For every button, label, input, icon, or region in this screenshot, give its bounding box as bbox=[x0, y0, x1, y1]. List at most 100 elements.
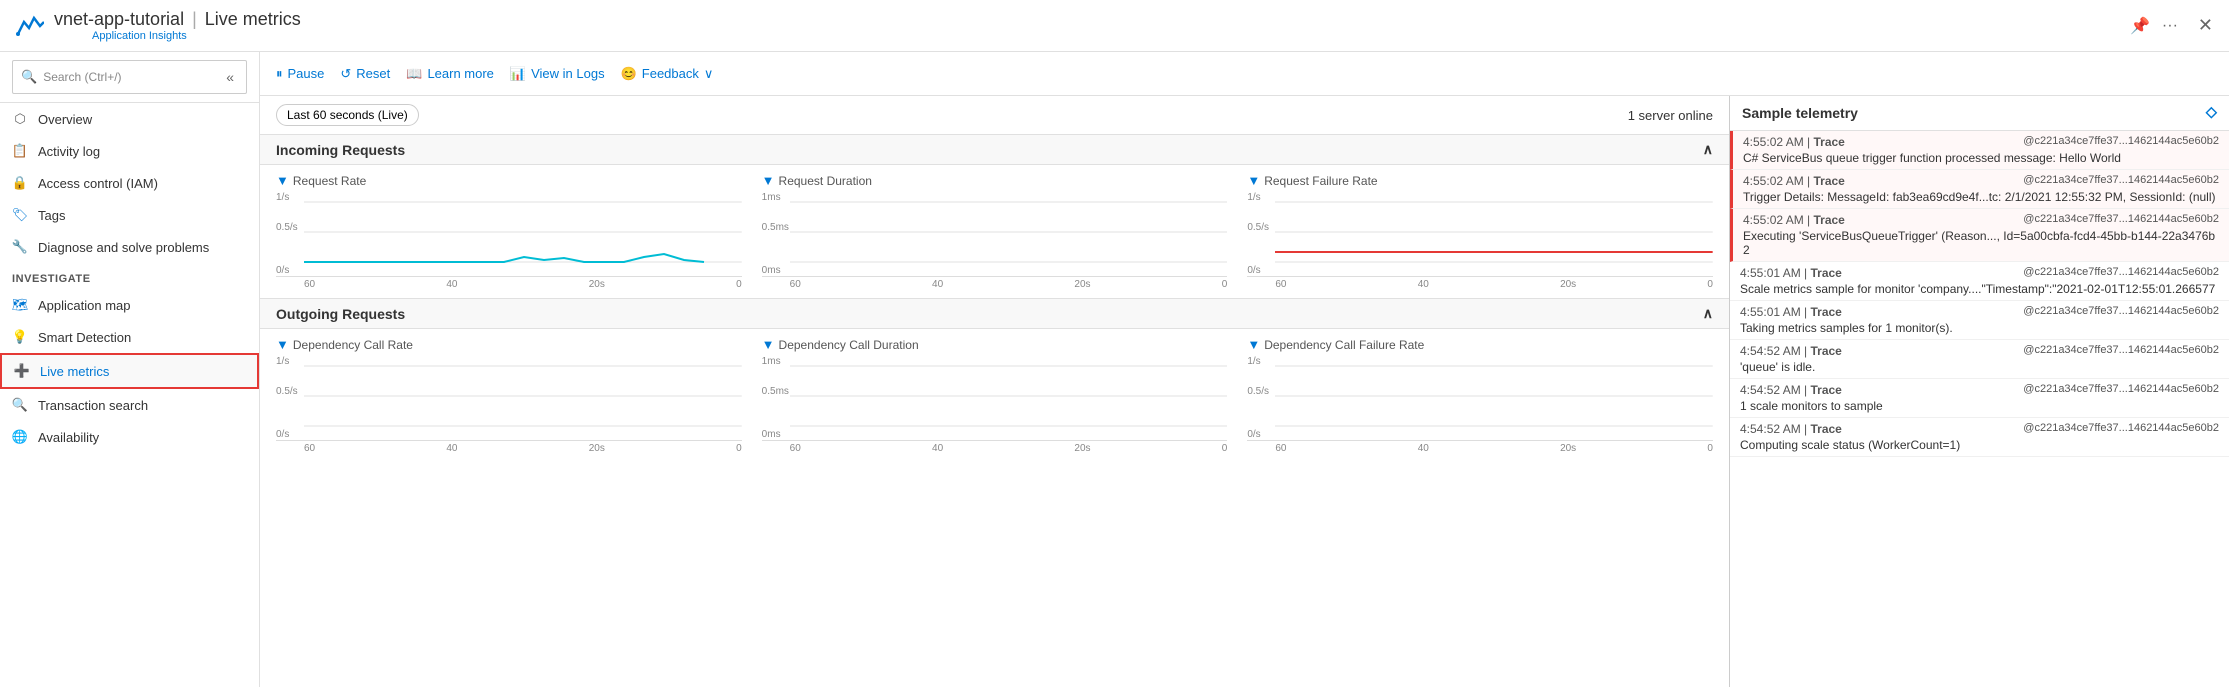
sidebar-item-diagnose[interactable]: 🔧 Diagnose and solve problems bbox=[0, 231, 259, 263]
dcfr-y-mid: 0.5/s bbox=[1247, 386, 1269, 397]
dep-call-rate-chart-area: 1/s 0.5/s 0/s bbox=[276, 356, 742, 441]
telemetry-type: Trace bbox=[1811, 344, 1842, 358]
request-failure-rate-label: ▼ Request Failure Rate bbox=[1247, 173, 1713, 188]
rr-y-mid: 0.5/s bbox=[276, 222, 298, 233]
tags-icon: 🏷 bbox=[12, 207, 28, 223]
telemetry-time: 4:54:52 AM | Trace bbox=[1740, 344, 1842, 358]
access-control-icon: 🔒 bbox=[12, 175, 28, 191]
request-failure-filter-icon[interactable]: ▼ bbox=[1247, 173, 1260, 188]
feedback-chevron-icon: ∨ bbox=[704, 66, 714, 82]
time-range-button[interactable]: Last 60 seconds (Live) bbox=[276, 104, 419, 126]
sidebar-item-activity-log[interactable]: 📋 Activity log bbox=[0, 135, 259, 167]
feedback-icon: 😊 bbox=[621, 66, 637, 82]
outgoing-collapse-icon[interactable]: ∧ bbox=[1703, 305, 1713, 322]
dep-call-failure-filter-icon[interactable]: ▼ bbox=[1247, 337, 1260, 352]
telemetry-type: Trace bbox=[1814, 213, 1845, 227]
telemetry-list: 4:55:02 AM | Trace @c221a34ce7ffe37...14… bbox=[1730, 131, 2229, 687]
request-duration-chart-area: 1ms 0.5ms 0ms bbox=[762, 192, 1228, 277]
dcr-y-mid: 0.5/s bbox=[276, 386, 298, 397]
metrics-header-bar: Last 60 seconds (Live) 1 server online bbox=[260, 96, 1729, 134]
dep-call-duration-filter-icon[interactable]: ▼ bbox=[762, 337, 775, 352]
telemetry-item: 4:55:02 AM | Trace @c221a34ce7ffe37...14… bbox=[1730, 170, 2229, 209]
pause-button[interactable]: ⏸ Pause bbox=[276, 66, 324, 82]
request-rate-filter-icon[interactable]: ▼ bbox=[276, 173, 289, 188]
rfr-y-top: 1/s bbox=[1247, 192, 1260, 203]
view-in-logs-icon: 📊 bbox=[510, 66, 526, 82]
view-in-logs-button[interactable]: 📊 View in Logs bbox=[510, 66, 605, 82]
activity-log-icon: 📋 bbox=[12, 143, 28, 159]
header-page-title: Live metrics bbox=[205, 9, 301, 30]
telemetry-message: C# ServiceBus queue trigger function pro… bbox=[1743, 151, 2219, 165]
collapse-sidebar-button[interactable]: « bbox=[222, 65, 238, 89]
sidebar-navigation: ⬡ Overview 📋 Activity log 🔒 Access contr… bbox=[0, 103, 259, 687]
sidebar-item-overview[interactable]: ⬡ Overview bbox=[0, 103, 259, 135]
sidebar-label-diagnose: Diagnose and solve problems bbox=[38, 240, 209, 255]
dep-call-failure-rate-label: ▼ Dependency Call Failure Rate bbox=[1247, 337, 1713, 352]
outgoing-requests-section-header: Outgoing Requests ∧ bbox=[260, 298, 1729, 329]
dcr-y-bot: 0/s bbox=[276, 429, 289, 440]
rd-y-top: 1ms bbox=[762, 192, 781, 203]
sidebar-item-live-metrics[interactable]: ➕ Live metrics bbox=[0, 353, 259, 389]
telemetry-time: 4:55:02 AM | Trace bbox=[1743, 174, 1845, 188]
rd-y-bot: 0ms bbox=[762, 265, 781, 276]
pin-icon[interactable]: 📌 bbox=[2130, 16, 2150, 36]
telemetry-id: @c221a34ce7ffe37...1462144ac5e60b2 bbox=[2023, 213, 2219, 227]
sidebar-item-tags[interactable]: 🏷 Tags bbox=[0, 199, 259, 231]
request-failure-svg bbox=[1275, 192, 1713, 272]
reset-button[interactable]: ↺ Reset bbox=[340, 66, 390, 82]
telemetry-message: Computing scale status (WorkerCount=1) bbox=[1740, 438, 2219, 452]
telemetry-id: @c221a34ce7ffe37...1462144ac5e60b2 bbox=[2023, 174, 2219, 188]
telemetry-time: 4:54:52 AM | Trace bbox=[1740, 422, 1842, 436]
incoming-requests-label: Incoming Requests bbox=[276, 142, 405, 158]
telemetry-item: 4:54:52 AM | Trace @c221a34ce7ffe37...14… bbox=[1730, 379, 2229, 418]
dep-call-duration-chart-area: 1ms 0.5ms 0ms bbox=[762, 356, 1228, 441]
telemetry-type: Trace bbox=[1814, 135, 1845, 149]
sidebar-label-overview: Overview bbox=[38, 112, 92, 127]
incoming-collapse-icon[interactable]: ∧ bbox=[1703, 141, 1713, 158]
telemetry-id: @c221a34ce7ffe37...1462144ac5e60b2 bbox=[2023, 383, 2219, 397]
telemetry-message: 'queue' is idle. bbox=[1740, 360, 2219, 374]
dcfr-x-labels: 604020s0 bbox=[1247, 443, 1713, 454]
request-failure-rate-chart: ▼ Request Failure Rate 1/s 0.5/s 0/s bbox=[1247, 173, 1713, 290]
header-actions: 📌 ··· ✕ bbox=[2130, 15, 2213, 36]
learn-more-label: Learn more bbox=[427, 66, 493, 81]
dcd-x-labels: 604020s0 bbox=[762, 443, 1228, 454]
sidebar-item-transaction-search[interactable]: 🔍 Transaction search bbox=[0, 389, 259, 421]
telemetry-id: @c221a34ce7ffe37...1462144ac5e60b2 bbox=[2023, 422, 2219, 436]
toolbar: ⏸ Pause ↺ Reset 📖 Learn more 📊 View in L… bbox=[260, 52, 2229, 96]
sidebar-item-availability[interactable]: 🌐 Availability bbox=[0, 421, 259, 453]
learn-more-button[interactable]: 📖 Learn more bbox=[406, 66, 494, 82]
telemetry-time: 4:55:02 AM | Trace bbox=[1743, 213, 1845, 227]
more-options-icon[interactable]: ··· bbox=[2162, 17, 2178, 35]
search-placeholder: Search (Ctrl+/) bbox=[43, 70, 121, 84]
request-duration-filter-icon[interactable]: ▼ bbox=[762, 173, 775, 188]
sidebar-label-application-map: Application map bbox=[38, 298, 131, 313]
metrics-main: Last 60 seconds (Live) 1 server online I… bbox=[260, 96, 2229, 687]
close-icon[interactable]: ✕ bbox=[2198, 15, 2213, 36]
telemetry-time: 4:55:01 AM | Trace bbox=[1740, 305, 1842, 319]
telemetry-message: Executing 'ServiceBusQueueTrigger' (Reas… bbox=[1743, 229, 2219, 257]
feedback-button[interactable]: 😊 Feedback ∨ bbox=[621, 66, 714, 82]
telemetry-id: @c221a34ce7ffe37...1462144ac5e60b2 bbox=[2023, 135, 2219, 149]
reset-label: Reset bbox=[356, 66, 390, 81]
dep-call-rate-filter-icon[interactable]: ▼ bbox=[276, 337, 289, 352]
sidebar-item-access-control[interactable]: 🔒 Access control (IAM) bbox=[0, 167, 259, 199]
telemetry-type: Trace bbox=[1811, 422, 1842, 436]
sidebar-label-tags: Tags bbox=[38, 208, 65, 223]
request-duration-svg bbox=[790, 192, 1228, 272]
telemetry-time: 4:55:01 AM | Trace bbox=[1740, 266, 1842, 280]
request-rate-chart-area: 1/s 0.5/s 0/s bbox=[276, 192, 742, 277]
sidebar-item-smart-detection[interactable]: 💡 Smart Detection bbox=[0, 321, 259, 353]
telemetry-item: 4:55:02 AM | Trace @c221a34ce7ffe37...14… bbox=[1730, 131, 2229, 170]
sidebar-item-application-map[interactable]: 🗺 Application map bbox=[0, 289, 259, 321]
reset-icon: ↺ bbox=[340, 66, 351, 82]
telemetry-message: Scale metrics sample for monitor 'compan… bbox=[1740, 282, 2219, 296]
request-failure-chart-area: 1/s 0.5/s 0/s bbox=[1247, 192, 1713, 277]
dep-call-duration-chart: ▼ Dependency Call Duration 1ms 0.5ms 0ms bbox=[762, 337, 1228, 454]
sidebar-label-live-metrics: Live metrics bbox=[40, 364, 109, 379]
telemetry-type: Trace bbox=[1811, 383, 1842, 397]
telemetry-filter-icon[interactable]: ⬦ bbox=[2206, 104, 2217, 122]
search-input-wrapper[interactable]: 🔍 Search (Ctrl+/) « bbox=[12, 60, 247, 94]
telemetry-type: Trace bbox=[1814, 174, 1845, 188]
dep-call-duration-label: ▼ Dependency Call Duration bbox=[762, 337, 1228, 352]
